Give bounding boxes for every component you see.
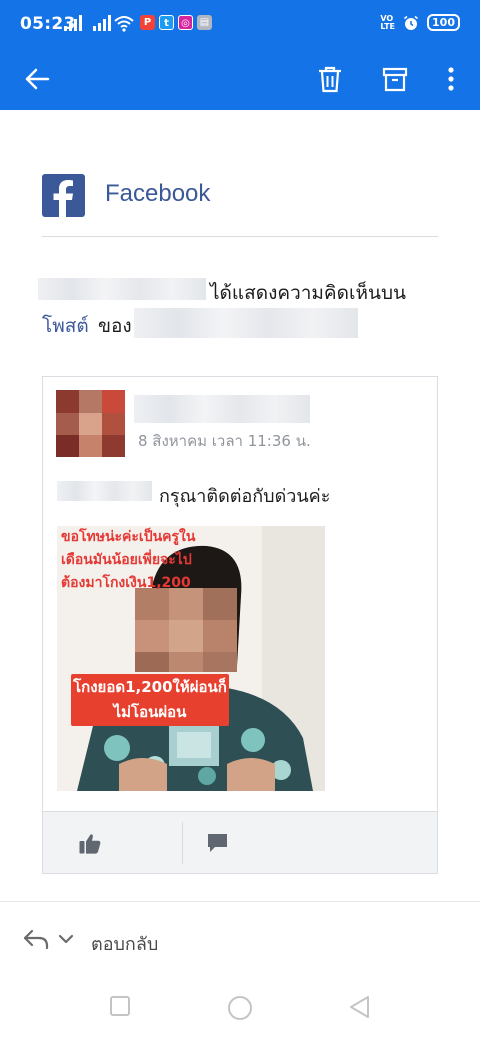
signal-icon <box>93 14 111 31</box>
notice-of-text: ของ <box>98 315 132 337</box>
comment-icon <box>208 834 227 852</box>
image-banner: โกงยอด1,200ให้ผ่อนก็ ไม่โอนผ่อน <box>71 674 229 726</box>
post-link[interactable]: โพสต์ <box>42 311 89 341</box>
redacted-commenter-name <box>134 395 310 423</box>
post-image[interactable]: ขอโทษน่ะค่ะเป็นครูใน เดือนมันน้อยเพี่ยจะ… <box>57 526 325 791</box>
post-message: กรุณาติดต่อกับด่วนค่ะ <box>159 486 331 507</box>
post-card[interactable]: 8 สิงหาคม เวลา 11:36 น. กรุณาติดต่อกับด่… <box>42 376 438 874</box>
home-button[interactable] <box>227 995 253 1021</box>
sender-name: Facebook <box>105 180 211 207</box>
alarm-icon <box>404 15 419 30</box>
app-notification-icon: ▤ <box>197 15 212 30</box>
more-options-icon <box>448 67 454 91</box>
actions-divider <box>182 822 183 864</box>
more-options-button[interactable] <box>432 60 470 98</box>
facebook-logo-icon <box>42 174 85 217</box>
signal-icon <box>64 14 82 31</box>
comment-button[interactable] <box>207 812 240 874</box>
redacted-owner-name <box>134 308 358 338</box>
pdf-notification-icon: P <box>140 15 155 30</box>
back-nav-button[interactable] <box>348 995 372 1019</box>
notice-text: ได้แสดงความคิดเห็นบน <box>210 282 407 304</box>
archive-button[interactable] <box>376 60 414 98</box>
navigation-bar <box>0 977 480 1040</box>
delete-button[interactable] <box>311 60 349 98</box>
twitter-notification-icon: t <box>159 15 174 30</box>
post-date: 8 สิงหาคม เวลา 11:36 น. <box>138 432 311 450</box>
image-caption: ขอโทษน่ะค่ะเป็นครูใน เดือนมันน้อยเพี่ยจะ… <box>61 529 196 591</box>
wifi-icon <box>114 16 134 32</box>
header-divider <box>42 236 438 237</box>
redacted-name <box>38 278 206 300</box>
app-bar <box>0 48 480 110</box>
thumbs-up-icon <box>79 833 101 854</box>
delete-icon <box>319 66 341 93</box>
back-button[interactable] <box>18 60 56 98</box>
reply-icon <box>23 929 49 950</box>
volte-icon: VO LTE <box>380 13 396 31</box>
post-actions <box>43 811 437 873</box>
redacted-mention <box>57 481 152 501</box>
back-arrow-icon <box>25 68 50 90</box>
battery-icon: 100 <box>427 14 460 31</box>
archive-icon <box>382 67 408 92</box>
instagram-notification-icon: ◎ <box>178 15 193 30</box>
avatar <box>56 390 125 457</box>
reply-bar: ตอบกลับ <box>0 903 480 977</box>
reply-button[interactable]: ตอบกลับ <box>91 929 158 958</box>
chevron-down-icon <box>58 934 74 944</box>
reply-options-button[interactable] <box>22 927 74 951</box>
like-button[interactable] <box>79 812 113 874</box>
status-bar: 05:23 P t ◎ ▤ VO LTE 100 <box>0 0 480 48</box>
email-body: Facebook ได้แสดงความคิดเห็นบน โพสต์ ของ … <box>0 110 480 902</box>
recent-apps-button[interactable] <box>109 995 131 1017</box>
